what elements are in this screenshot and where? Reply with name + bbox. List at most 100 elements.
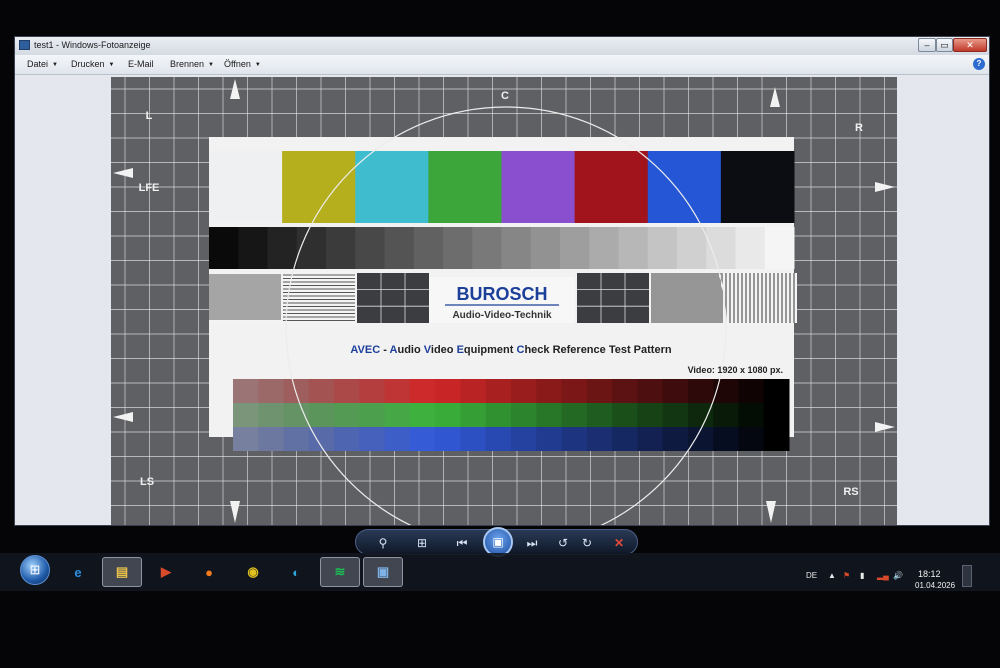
gray-step [647, 227, 678, 269]
color-bar [720, 151, 795, 223]
color-bar [647, 151, 722, 223]
photo-viewer-app-icon [19, 40, 30, 50]
menu-brennen[interactable]: Brennen ▼ [170, 59, 214, 69]
menu-label: Datei [27, 59, 49, 69]
window-title: test1 - Windows-Fotoanzeige [34, 40, 151, 50]
gradient-cell [586, 427, 613, 451]
logo-subtitle: Audio-Video-Technik [452, 310, 552, 321]
gradient-cell [612, 403, 638, 427]
menu-bar: Datei ▼ Drucken ▼ E-Mail Brennen ▼ Öffnen ▼ … [15, 55, 989, 75]
menu-drucken[interactable]: Drucken ▼ [71, 59, 114, 69]
gradient-cell [713, 427, 739, 451]
help-icon[interactable]: ? [973, 58, 985, 70]
photo-viewer-icon[interactable]: ▣ [363, 557, 403, 587]
menu-oeffnen[interactable]: Öffnen ▼ [224, 59, 261, 69]
gradient-cell [763, 403, 790, 427]
gray-step [267, 227, 298, 269]
chrome-icon[interactable]: ◉ [233, 557, 273, 587]
gradient-cell [586, 379, 613, 403]
network-icon[interactable]: ▂▄ [877, 571, 889, 580]
gradient-cell [409, 427, 436, 451]
language-indicator[interactable]: DE [806, 571, 817, 580]
gray-step [443, 227, 473, 269]
next-icon[interactable]: ⏭ [522, 535, 542, 551]
gray-step [501, 227, 532, 269]
gradient-cell [308, 403, 335, 427]
close-button[interactable]: ✕ [953, 38, 987, 52]
gradient-cell [511, 403, 537, 427]
color-bar [209, 151, 283, 223]
gray-step [589, 227, 619, 269]
menu-label: Brennen [170, 59, 205, 69]
gray-step [530, 227, 561, 269]
label-ls: LS [140, 476, 154, 488]
gradient-cell [409, 379, 436, 403]
color-gradient-bars [233, 379, 790, 451]
volume-icon[interactable]: 🔊 [893, 571, 903, 580]
show-desktop-button[interactable] [962, 565, 972, 587]
ie-icon[interactable]: e [58, 557, 98, 587]
previous-icon[interactable]: ⏮ [452, 535, 472, 551]
gradient-cell [384, 403, 411, 427]
menu-email[interactable]: E-Mail [128, 59, 154, 69]
gradient-cell [738, 403, 765, 427]
gradient-cell [738, 379, 765, 403]
media-player-icon[interactable]: ▶ [146, 557, 186, 587]
spotify-icon[interactable]: ≋ [320, 557, 360, 587]
explorer-icon[interactable]: ▤ [102, 557, 142, 587]
gradient-cell [485, 379, 512, 403]
minimize-button[interactable]: – [918, 38, 936, 52]
delete-icon[interactable]: ✕ [610, 535, 628, 551]
crosshair-block [577, 273, 649, 323]
maximize-button[interactable]: ▭ [936, 38, 953, 52]
color-bar [428, 151, 502, 223]
zoom-icon[interactable]: ⚲ [372, 535, 394, 551]
photo-viewer-window: test1 - Windows-Fotoanzeige – ▭ ✕ Datei ▼… [14, 36, 990, 526]
menu-label: Öffnen [224, 59, 251, 69]
edge-icon[interactable]: ◐ [276, 557, 316, 587]
gradient-cell [485, 427, 512, 451]
gradient-cell [435, 379, 461, 403]
firefox-icon[interactable]: ● [189, 557, 229, 587]
gray-step [677, 227, 707, 269]
rotate-ccw-icon[interactable]: ↺ [554, 535, 572, 551]
gray-step [209, 227, 239, 269]
start-button[interactable]: ⊞ [20, 555, 50, 585]
gray-step [618, 227, 649, 269]
gradient-cell [460, 403, 487, 427]
gradient-cell [763, 427, 790, 451]
tray-expand-icon[interactable]: ▲ [828, 571, 836, 580]
battery-icon[interactable]: ▮ [860, 571, 864, 580]
gradient-cell [763, 379, 790, 403]
gray-step [413, 227, 444, 269]
rotate-cw-icon[interactable]: ↻ [578, 535, 596, 551]
gradient-cell [561, 379, 588, 403]
label-lfe: LFE [139, 182, 160, 194]
gray-step [355, 227, 385, 269]
gradient-cell [586, 403, 613, 427]
crosshair-block [357, 273, 429, 323]
video-resolution-label: Video: 1920 x 1080 px. [688, 365, 783, 375]
gray-scale-steps [209, 227, 795, 269]
headline-c: C [516, 344, 524, 356]
actual-size-icon[interactable]: ⊞ [412, 535, 432, 551]
gray-step [472, 227, 502, 269]
chevron-down-icon: ▼ [208, 61, 214, 68]
line-pattern-block [283, 273, 355, 323]
gradient-cell [359, 427, 386, 451]
gradient-cell [384, 379, 411, 403]
gradient-cell [662, 427, 689, 451]
menu-datei[interactable]: Datei ▼ [27, 59, 58, 69]
clock-time[interactable]: 18:12 [918, 569, 941, 579]
gray-step [560, 227, 590, 269]
title-bar[interactable]: test1 - Windows-Fotoanzeige – ▭ ✕ [15, 37, 989, 55]
gray-step [384, 227, 415, 269]
clock-date[interactable]: 01.04.2026 [915, 581, 955, 590]
gradient-cell [637, 379, 664, 403]
gradient-cell [662, 403, 689, 427]
gradient-cell [637, 403, 664, 427]
action-center-flag-icon[interactable]: ⚑ [843, 571, 850, 580]
headline-a: A [390, 344, 398, 356]
gradient-cell [435, 427, 461, 451]
gradient-cell [738, 427, 765, 451]
